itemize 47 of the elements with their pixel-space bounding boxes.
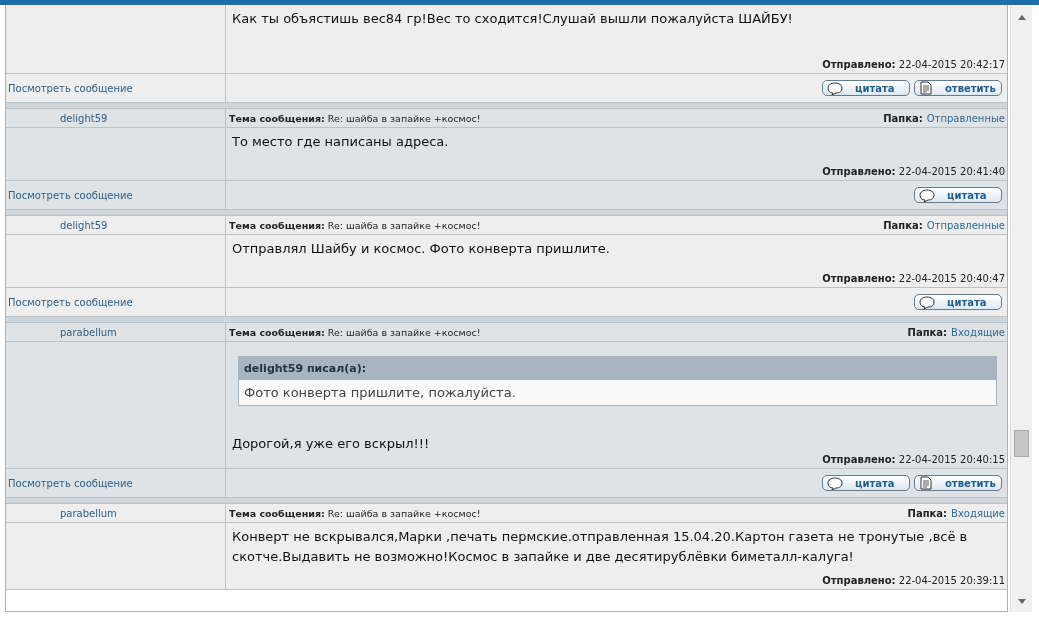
folder-link[interactable]: Отправленные xyxy=(926,219,1005,231)
folder-label: Папка: xyxy=(883,112,923,124)
view-message-link[interactable]: Посмотреть сообщение xyxy=(6,296,133,308)
scroll-down-icon[interactable] xyxy=(1017,599,1026,604)
message-text: То место где написаны адреса. xyxy=(232,133,450,151)
sent-date: Отправлено: 22-04-2015 20:40:47 xyxy=(822,273,1005,284)
author-name: parabellum xyxy=(59,326,117,338)
speech-bubble-icon xyxy=(919,295,935,309)
message-subject: Тема сообщения: Re: шайба в запайке +космос! xyxy=(229,507,481,519)
message-subject: Тема сообщения: Re: шайба в запайке +космос! xyxy=(229,326,481,338)
scroll-up-icon[interactable] xyxy=(1017,15,1026,20)
reply-button[interactable]: ответить xyxy=(914,475,1002,491)
folder-link[interactable]: Входящие xyxy=(951,326,1005,338)
message-text: Дорогой,я уже его вскрыл!!! xyxy=(232,435,431,453)
sent-date: Отправлено: 22-04-2015 20:39:11 xyxy=(822,575,1005,586)
document-icon xyxy=(919,81,933,95)
quote-button[interactable]: цитата xyxy=(914,294,1002,310)
author-name: delight59 xyxy=(59,219,108,231)
folder-link[interactable]: Отправленные xyxy=(926,112,1005,124)
folder-label: Папка: xyxy=(907,326,948,338)
folder-link[interactable]: Входящие xyxy=(951,507,1005,519)
view-message-link[interactable]: Посмотреть сообщение xyxy=(6,477,133,489)
document-icon xyxy=(919,476,933,490)
message-text: Конверт не вскрывался,Марки ,печать пермские.отправленная 15.04.20.Картон газета не тронутые ,всё в скотче.Выдавить не возможно!Космос в запайке и две десятирублёвки биметалл-калуга! xyxy=(232,528,969,566)
message-text: Как ты объястишь вес84 гр!Вес то сходится!Слушай вышли пожалуйста ШАЙБУ! xyxy=(232,10,794,28)
sent-date: Отправлено: 22-04-2015 20:42:17 xyxy=(822,59,1005,70)
quote-button[interactable]: цитата xyxy=(822,475,910,491)
sent-date: Отправлено: 22-04-2015 20:41:40 xyxy=(822,166,1005,177)
scrollbar-thumb[interactable] xyxy=(1014,430,1029,457)
speech-bubble-icon xyxy=(827,476,843,490)
speech-bubble-icon xyxy=(919,188,935,202)
author-name: parabellum xyxy=(59,507,117,519)
view-message-link[interactable]: Посмотреть сообщение xyxy=(6,82,133,94)
view-message-link[interactable]: Посмотреть сообщение xyxy=(6,189,133,201)
author-name: delight59 xyxy=(59,112,108,124)
quote-text: Фото конверта пришлите, пожалуйста. xyxy=(243,384,517,402)
quote-button[interactable]: цитата xyxy=(914,187,1002,203)
folder-label: Папка: xyxy=(907,507,948,519)
folder-label: Папка: xyxy=(883,219,923,231)
speech-bubble-icon xyxy=(827,81,843,95)
message-subject: Тема сообщения: Re: шайба в запайке +космос! xyxy=(229,219,481,231)
quote-header: delight59 писал(а): xyxy=(239,357,996,380)
sent-date: Отправлено: 22-04-2015 20:40:15 xyxy=(822,454,1005,465)
message-subject: Тема сообщения: Re: шайба в запайке +космос! xyxy=(229,112,481,124)
quote-button[interactable]: цитата xyxy=(822,80,910,96)
reply-button[interactable]: ответить xyxy=(914,80,1002,96)
message-text: Отправлял Шайбу и космос. Фото конверта пришлите. xyxy=(232,240,611,258)
